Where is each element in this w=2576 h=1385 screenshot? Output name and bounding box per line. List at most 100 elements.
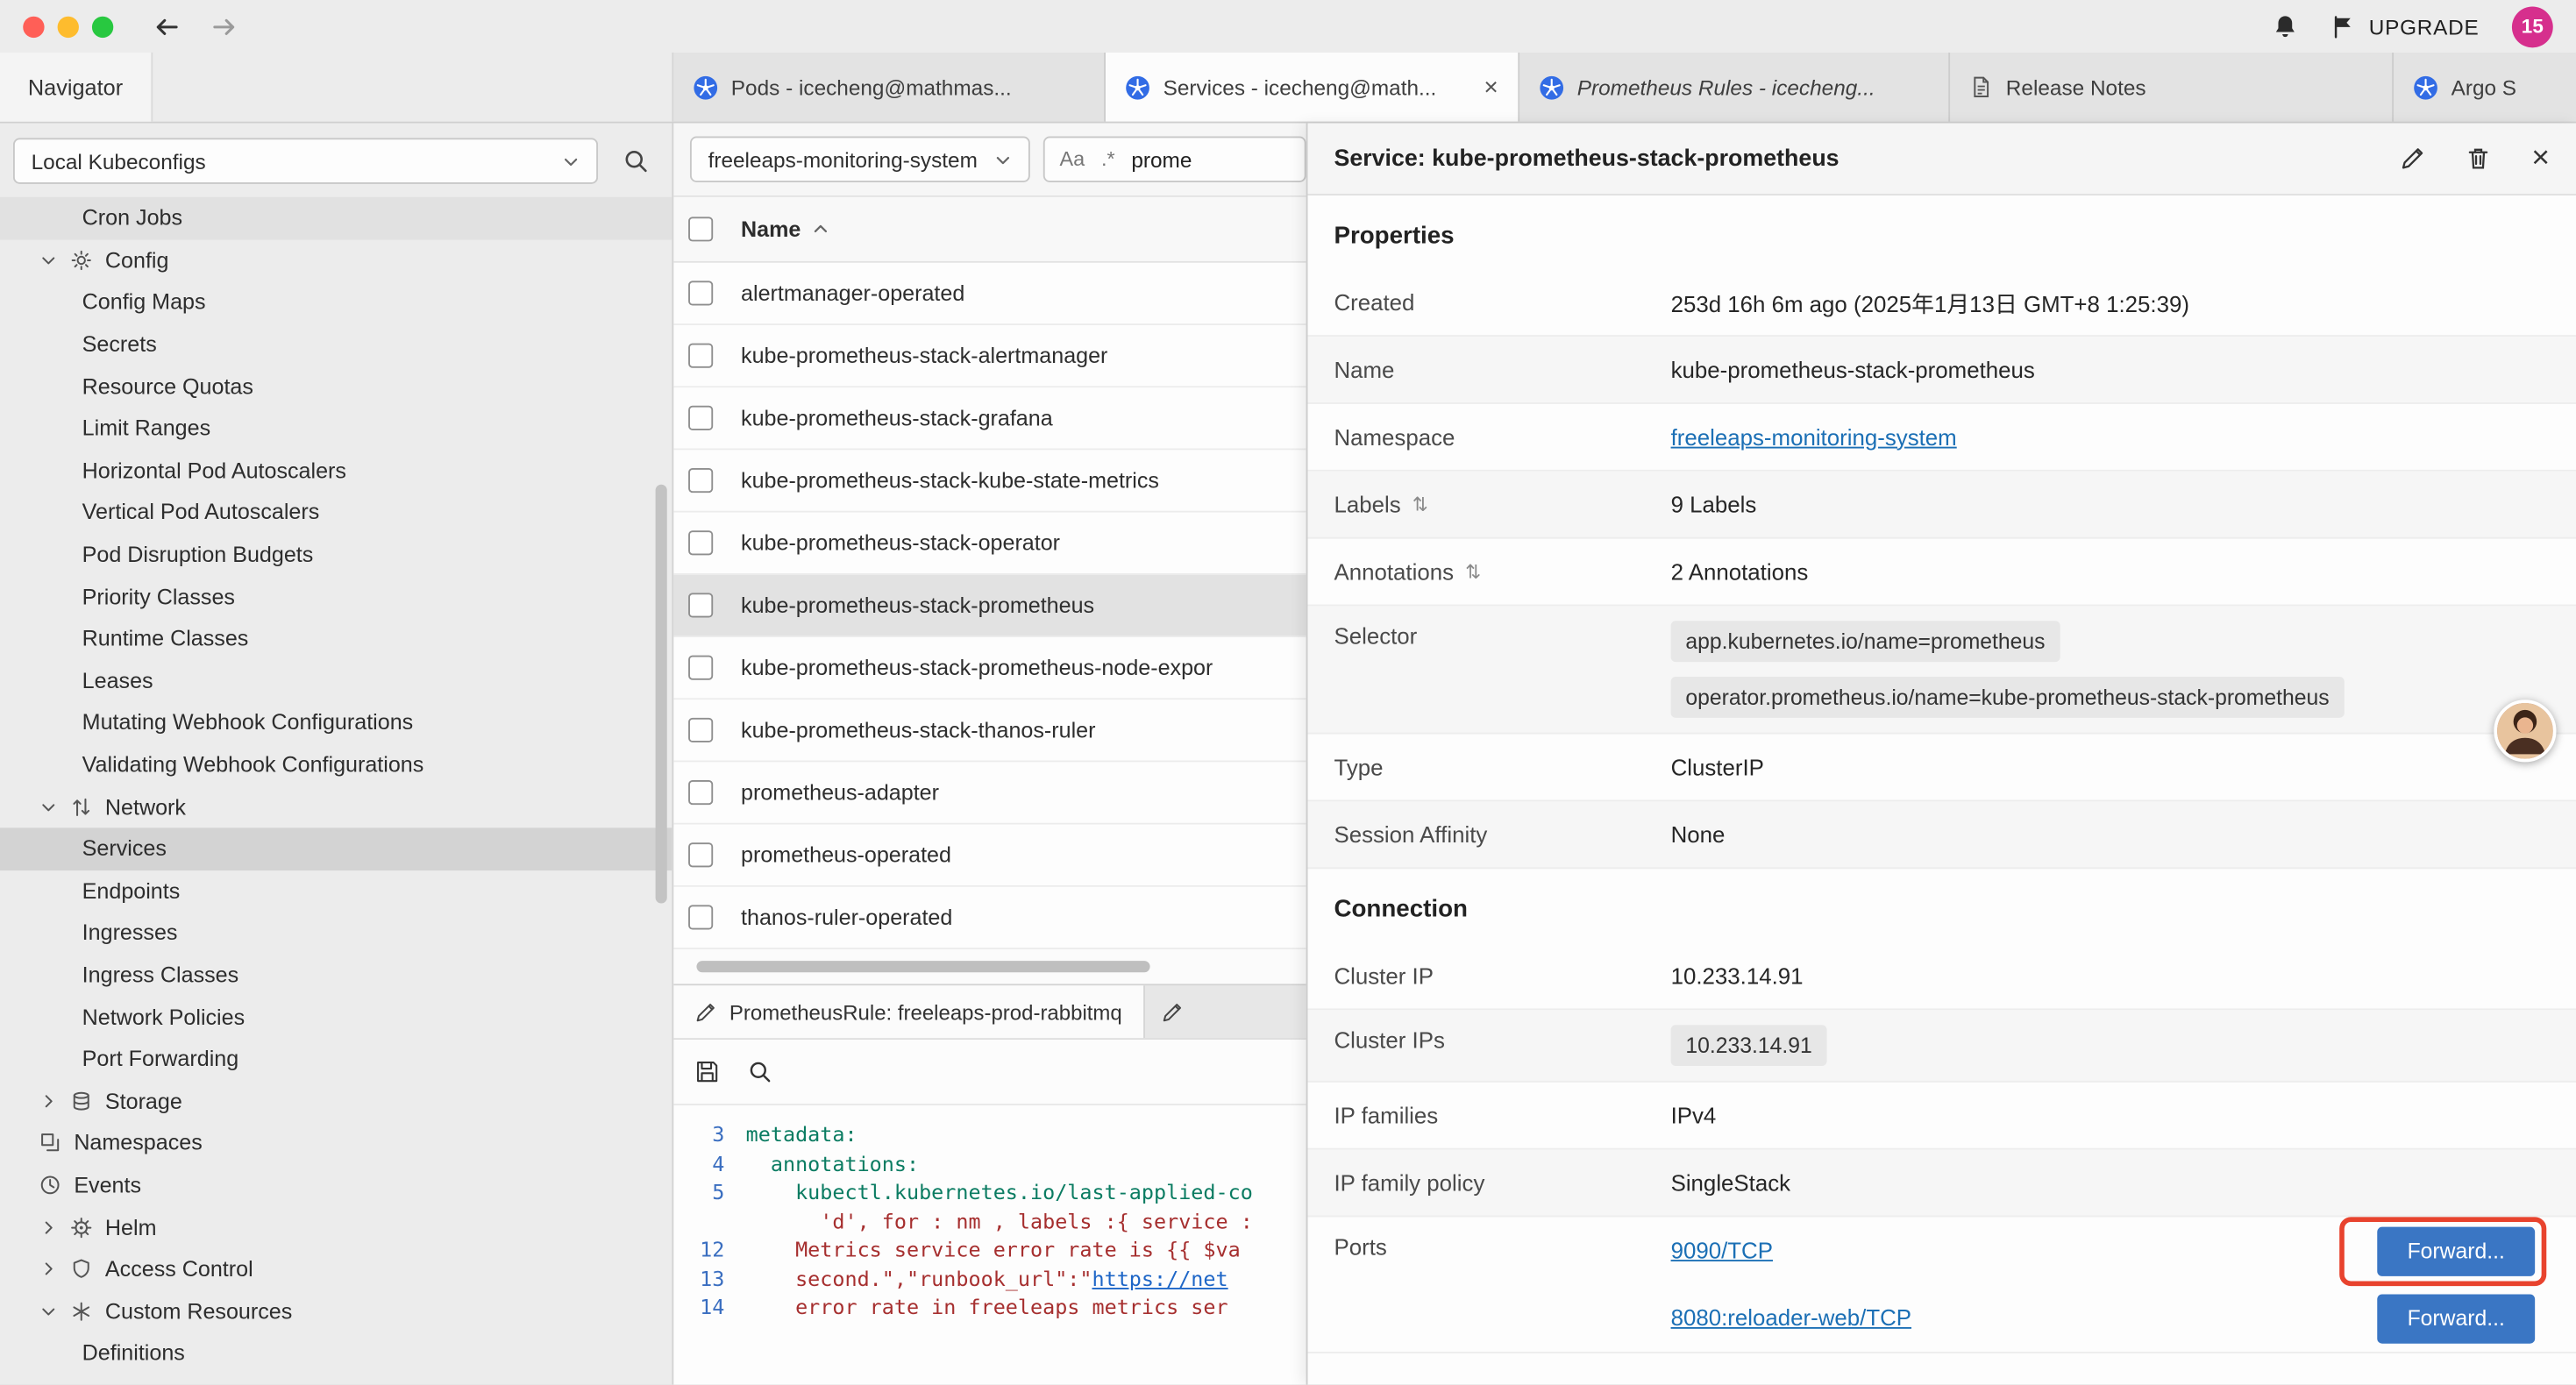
sidebar-item-leases[interactable]: Leases [0,659,672,701]
chevron-right-icon[interactable] [39,1092,71,1111]
tab-1[interactable]: Services - icecheng@math...× [1106,53,1519,122]
row-checkbox[interactable] [688,780,713,805]
sidebar-item-custom-resources[interactable]: Custom Resources [0,1290,672,1332]
row-checkbox[interactable] [688,718,713,742]
sort-updown-icon[interactable]: ⇅ [1465,560,1481,583]
sidebar-item-horizontal-pod-autoscalers[interactable]: Horizontal Pod Autoscalers [0,450,672,492]
port-link[interactable]: 9090/TCP [1671,1239,1773,1263]
search-input[interactable]: Aa .* prome [1043,137,1306,182]
edit-pencil-icon[interactable] [2400,146,2424,171]
regex-toggle[interactable]: .* [1101,148,1115,171]
sidebar-item-network-policies[interactable]: Network Policies [0,996,672,1038]
row-checkbox[interactable] [688,468,713,493]
sidebar-item-ingress-classes[interactable]: Ingress Classes [0,954,672,996]
save-icon[interactable] [695,1060,720,1084]
tab-0[interactable]: Pods - icecheng@mathmas... [673,53,1106,122]
sidebar-item-events[interactable]: Events [0,1164,672,1206]
sidebar-item-cron-jobs[interactable]: Cron Jobs [0,197,672,239]
sidebar-item-ingresses[interactable]: Ingresses [0,912,672,954]
row-checkbox[interactable] [688,842,713,867]
notification-count-badge[interactable]: 15 [2512,6,2553,47]
table-row[interactable]: prometheus-adapter [673,762,1306,824]
table-row[interactable]: kube-prometheus-stack-operator [673,513,1306,575]
close-window-button[interactable] [23,16,44,37]
sidebar-item-port-forwarding[interactable]: Port Forwarding [0,1038,672,1080]
tab-3[interactable]: Release Notes [1950,53,2394,122]
row-checkbox[interactable] [688,530,713,555]
back-arrow-icon[interactable] [153,12,181,40]
delete-trash-icon[interactable] [2466,146,2490,171]
sidebar-item-priority-classes[interactable]: Priority Classes [0,575,672,617]
chevron-right-icon[interactable] [39,1260,71,1278]
match-case-toggle[interactable]: Aa [1060,148,1085,171]
sidebar-item-network[interactable]: Network [0,785,672,827]
row-checkbox[interactable] [688,406,713,430]
forward-button[interactable]: Forward... [2377,1226,2535,1275]
code-editor[interactable]: 3metadata:4 annotations:5 kubectl.kubern… [673,1105,1306,1385]
row-checkbox[interactable] [688,905,713,929]
zoom-window-button[interactable] [92,16,113,37]
table-row[interactable]: alertmanager-operated [673,263,1306,325]
namespace-selector[interactable]: freeleaps-monitoring-system [690,137,1030,182]
notifications-bell-icon[interactable] [2272,13,2298,39]
upgrade-button[interactable]: UPGRADE [2331,14,2480,39]
sidebar-item-label: Ingresses [82,920,178,945]
dock-tab-partial[interactable] [1145,985,1306,1038]
tab-2[interactable]: Prometheus Rules - icecheng... [1519,53,1950,122]
sidebar-item-access-control[interactable]: Access Control [0,1248,672,1290]
row-checkbox[interactable] [688,281,713,305]
row-checkbox[interactable] [688,656,713,680]
avatar[interactable] [2494,700,2556,762]
name-column-header[interactable]: Name [741,217,830,241]
sidebar-item-secrets[interactable]: Secrets [0,323,672,366]
sidebar-item-limit-ranges[interactable]: Limit Ranges [0,408,672,450]
table-row[interactable]: kube-prometheus-stack-alertmanager [673,325,1306,387]
close-drawer-icon[interactable]: × [2531,143,2550,174]
table-row[interactable]: thanos-ruler-operated [673,887,1306,949]
sidebar-item-config[interactable]: Config [0,239,672,281]
table-row[interactable]: kube-prometheus-stack-grafana [673,387,1306,450]
sidebar-search-icon[interactable] [613,138,658,183]
sidebar-item-runtime-classes[interactable]: Runtime Classes [0,617,672,659]
sidebar-item-endpoints[interactable]: Endpoints [0,870,672,912]
sidebar-item-storage[interactable]: Storage [0,1080,672,1122]
sidebar-item-services[interactable]: Services [0,827,672,870]
sort-updown-icon[interactable]: ⇅ [1413,493,1428,515]
sidebar-item-validating-webhook-configurations[interactable]: Validating Webhook Configurations [0,743,672,785]
sidebar-item-pod-disruption-budgets[interactable]: Pod Disruption Budgets [0,533,672,575]
editor-search-icon[interactable] [748,1060,772,1084]
line-number: 14 [673,1293,745,1322]
table-row[interactable]: kube-prometheus-stack-thanos-ruler [673,700,1306,762]
tab-4[interactable]: Argo S [2394,53,2576,122]
sidebar-item-definitions[interactable]: Definitions [0,1332,672,1374]
chevron-down-icon[interactable] [39,251,71,269]
horizontal-scrollbar-thumb[interactable] [696,961,1149,972]
close-tab-icon[interactable]: × [1484,73,1498,101]
drawer-row-value-text[interactable]: freeleaps-monitoring-system [1671,424,1957,449]
sidebar-item-resource-quotas[interactable]: Resource Quotas [0,366,672,408]
sidebar-item-vertical-pod-autoscalers[interactable]: Vertical Pod Autoscalers [0,492,672,534]
table-row[interactable]: kube-prometheus-stack-prometheus-node-ex… [673,637,1306,700]
dock-tab-active[interactable]: PrometheusRule: freeleaps-prod-rabbitmq [673,985,1145,1038]
forward-button[interactable]: Forward... [2377,1294,2535,1343]
table-row[interactable]: kube-prometheus-stack-prometheus [673,575,1306,637]
drawer-row-value-text: 10.233.14.91 [1671,963,1804,988]
sidebar-item-namespaces[interactable]: Namespaces [0,1122,672,1164]
sidebar-item-mutating-webhook-configurations[interactable]: Mutating Webhook Configurations [0,701,672,743]
table-row[interactable]: kube-prometheus-stack-kube-state-metrics [673,450,1306,512]
minimize-window-button[interactable] [58,16,79,37]
sidebar-item-helm[interactable]: Helm [0,1206,672,1248]
sidebar-item-config-maps[interactable]: Config Maps [0,281,672,323]
chevron-down-icon[interactable] [39,798,71,816]
kubeconfig-selector[interactable]: Local Kubeconfigs [13,138,598,183]
sidebar-scrollbar-thumb[interactable] [656,485,667,904]
row-checkbox[interactable] [688,593,713,617]
forward-arrow-icon[interactable] [210,12,238,40]
table-row[interactable]: prometheus-operated [673,825,1306,887]
chevron-right-icon[interactable] [39,1218,71,1236]
sidebar-item-label: Config Maps [82,290,206,315]
chevron-down-icon[interactable] [39,1302,71,1320]
select-all-checkbox[interactable] [688,217,713,241]
port-link[interactable]: 8080:reloader-web/TCP [1671,1306,1911,1331]
row-checkbox[interactable] [688,344,713,368]
